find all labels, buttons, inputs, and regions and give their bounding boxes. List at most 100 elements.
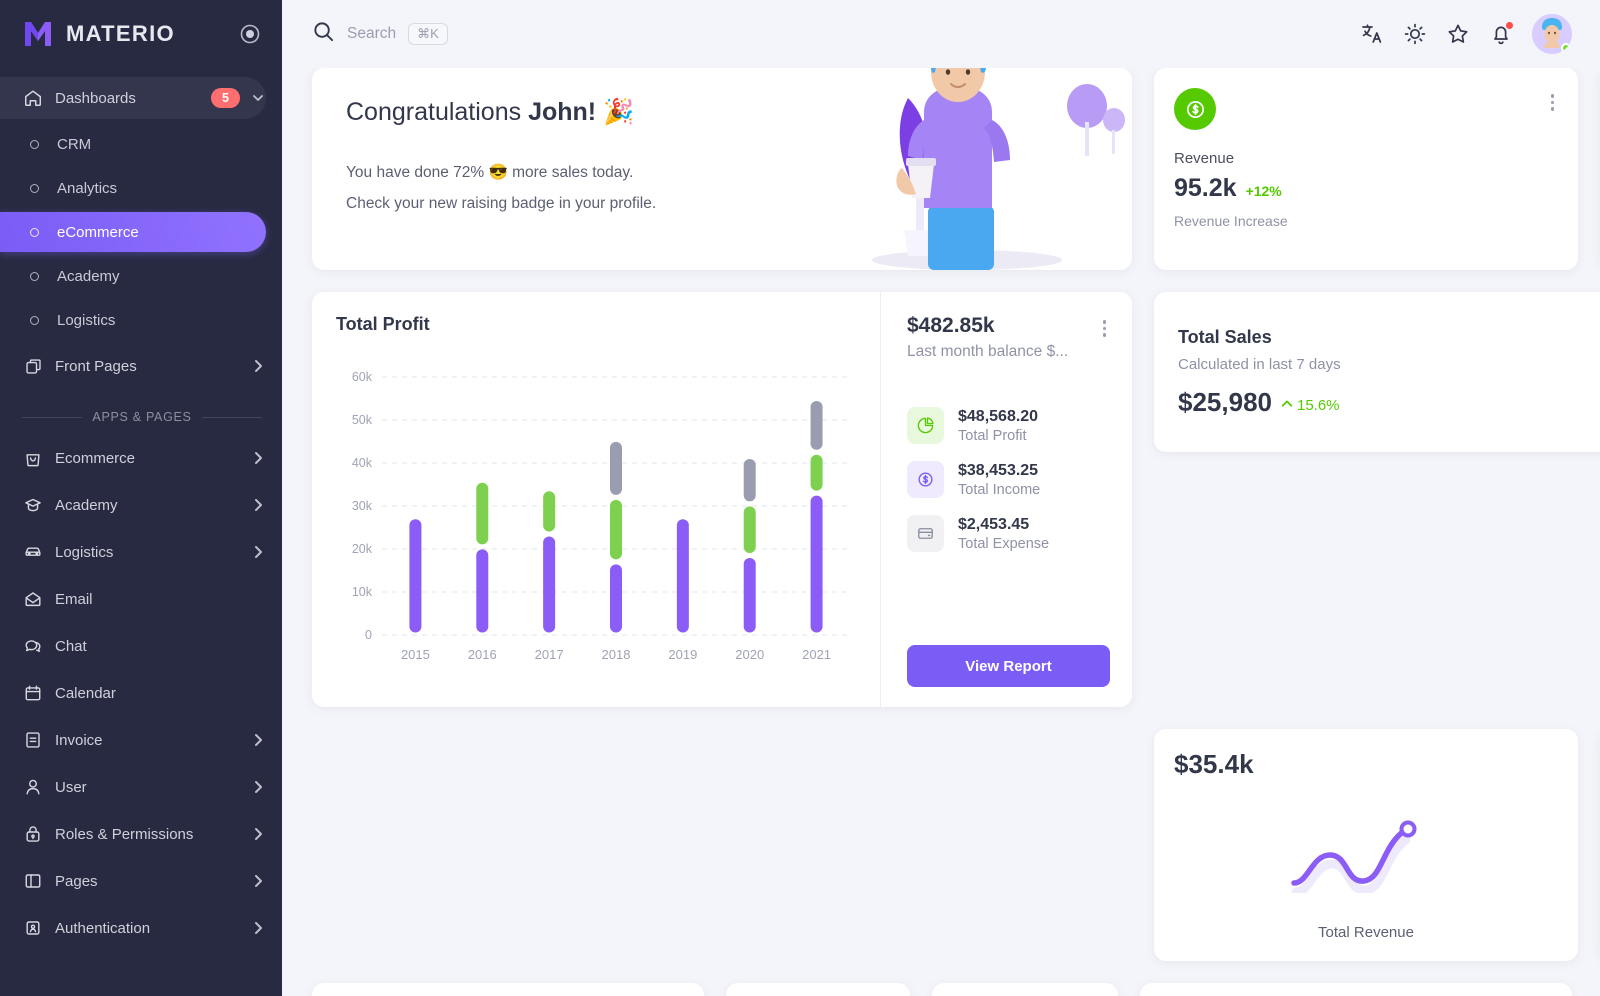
bottom-row: Transactions PayPal Received Money +$2,4… bbox=[312, 983, 1572, 996]
chevron-right-icon bbox=[250, 358, 266, 374]
total-profit-chart-panel: Total Profit 0 10k 20k 30k 40k 50k 60k 2015 2016… bbox=[312, 292, 880, 707]
dashboard-grid: Congratulations John! 🎉 You have done 72… bbox=[312, 68, 1600, 961]
chevron-right-icon bbox=[250, 450, 266, 466]
revenue-card-menu[interactable] bbox=[1547, 88, 1559, 117]
section-divider bbox=[22, 416, 83, 418]
sidebar-item-crm[interactable]: CRM bbox=[0, 124, 266, 164]
sidebar-item-label: Invoice bbox=[55, 731, 103, 749]
kpi-value-row: 95.2k +12% bbox=[1174, 174, 1558, 203]
sidebar-item-front-pages[interactable]: Front Pages bbox=[0, 345, 266, 387]
view-report-button[interactable]: View Report bbox=[907, 645, 1110, 687]
sidebar-item-chat[interactable]: Chat bbox=[0, 625, 266, 667]
sidebar-item-label: Calendar bbox=[55, 684, 116, 702]
sidebar-item-label: Authentication bbox=[55, 919, 151, 937]
envelope-icon bbox=[22, 588, 44, 610]
car-icon bbox=[22, 541, 44, 563]
transactions-traffic-card: Transactions 4,590 Total Traffic bbox=[1140, 983, 1572, 996]
dashboards-badge: 5 bbox=[211, 88, 240, 108]
sidebar-item-pages[interactable]: Pages bbox=[0, 860, 266, 902]
total-sales-delta-value: 15.6% bbox=[1296, 397, 1340, 414]
sidebar-item-user[interactable]: User bbox=[0, 766, 266, 808]
stat-label: Total Expense bbox=[958, 535, 1050, 552]
app-root: MATERIO Dashboards 5 CRM Analytics eComm… bbox=[0, 0, 1600, 996]
kpi-subtitle: Revenue Increase bbox=[1174, 213, 1288, 229]
invoice-icon bbox=[22, 729, 44, 751]
balance-subtitle: Last month balance $... bbox=[907, 343, 1069, 360]
sidebar-item-ecommerce[interactable]: eCommerce bbox=[0, 212, 266, 252]
sidebar-item-academy[interactable]: Academy bbox=[0, 256, 266, 296]
translate-icon[interactable] bbox=[1360, 22, 1384, 46]
sidebar-item-analytics[interactable]: Analytics bbox=[0, 168, 266, 208]
pie-chart-icon bbox=[907, 407, 944, 444]
arrow-up-icon bbox=[1280, 397, 1294, 415]
section-divider bbox=[201, 416, 262, 418]
sidebar-item-calendar[interactable]: Calendar bbox=[0, 672, 266, 714]
total-profit-card: Total Profit 0 10k 20k 30k 40k 50k 60k 2015 2016… bbox=[312, 292, 1132, 707]
sidebar-item-authentication[interactable]: Authentication bbox=[0, 907, 266, 949]
kpi-delta: +12% bbox=[1245, 183, 1282, 199]
revenue-kpi-card: Revenue 95.2k +12% Revenue Increase bbox=[1154, 68, 1578, 270]
total-revenue-value: $35.4k bbox=[1174, 749, 1254, 779]
stat-value: $2,453.45 bbox=[958, 515, 1030, 533]
sidebar-item-label: Ecommerce bbox=[55, 449, 136, 467]
sidebar-section-apps-pages: APPS & PAGES bbox=[0, 392, 282, 432]
sidebar-item-dashboards[interactable]: Dashboards 5 bbox=[0, 77, 266, 119]
total-revenue-label: Total Revenue bbox=[1318, 924, 1414, 941]
chat-bubble-icon bbox=[22, 635, 44, 657]
view-report-wrap: View Report bbox=[907, 645, 1110, 687]
sidebar-item-email[interactable]: Email bbox=[0, 578, 266, 620]
svg-text:0: 0 bbox=[365, 628, 372, 642]
congratulations-line1: You have done 72% 😎 more sales today. bbox=[346, 164, 634, 181]
search-shortcut-kbd: ⌘K bbox=[408, 23, 448, 45]
balance-panel: $482.85k Last month balance $... $48,568… bbox=[880, 292, 1132, 707]
chevron-right-icon bbox=[250, 920, 266, 936]
reports-kpi-card: Reports 268 -28% System Bugs bbox=[932, 983, 1118, 996]
party-popper-emoji: 🎉 bbox=[603, 98, 635, 126]
balance-card-menu[interactable] bbox=[1099, 314, 1111, 343]
copy-icon bbox=[22, 355, 44, 377]
materio-logo-icon bbox=[22, 19, 54, 49]
sun-icon[interactable] bbox=[1403, 22, 1427, 46]
chevron-right-icon bbox=[250, 873, 266, 889]
pin-circle-icon[interactable] bbox=[240, 24, 260, 44]
svg-text:2017: 2017 bbox=[535, 647, 564, 662]
kpi-value: 95.2k bbox=[1174, 174, 1237, 202]
sidebar-item-invoice[interactable]: Invoice bbox=[0, 719, 266, 761]
total-sales-card: Total Sales Calculated in last 7 days $2… bbox=[1154, 292, 1600, 452]
dollar-circle-icon bbox=[907, 461, 944, 498]
sidebar-item-label: Analytics bbox=[57, 179, 118, 197]
sidebar-item-academy[interactable]: Academy bbox=[0, 484, 266, 526]
balance-value: $482.85k bbox=[907, 314, 995, 337]
topbar-actions bbox=[1360, 14, 1572, 54]
search-input[interactable]: Search ⌘K bbox=[312, 20, 448, 48]
congrats-prefix: Congratulations bbox=[346, 98, 529, 126]
online-status-dot bbox=[1561, 43, 1571, 53]
sidebar-item-roles-permissions[interactable]: Roles & Permissions bbox=[0, 813, 266, 855]
chevron-right-icon bbox=[250, 544, 266, 560]
svg-text:40k: 40k bbox=[352, 456, 373, 470]
home-icon bbox=[22, 87, 44, 109]
svg-text:2020: 2020 bbox=[735, 647, 764, 662]
svg-text:2021: 2021 bbox=[802, 647, 831, 662]
sidebar-item-label: Chat bbox=[55, 637, 87, 655]
bell-icon[interactable] bbox=[1489, 21, 1514, 46]
section-label: APPS & PAGES bbox=[92, 410, 192, 424]
total-revenue-card: $35.4k Total Revenue bbox=[1154, 729, 1578, 961]
dollar-circle-icon bbox=[1174, 88, 1216, 130]
stat-label: Total Income bbox=[958, 481, 1041, 498]
chevron-down-icon bbox=[250, 90, 266, 106]
total-profit-chart: 0 10k 20k 30k 40k 50k 60k 2015 2016 2017 2018 2019 2… bbox=[336, 369, 856, 669]
stat-total-income: $38,453.25 Total Income bbox=[907, 461, 1110, 498]
sidebar-item-label: User bbox=[55, 778, 87, 796]
user-avatar[interactable] bbox=[1532, 14, 1572, 54]
svg-text:2018: 2018 bbox=[602, 647, 631, 662]
sidebar-item-logistics[interactable]: Logistics bbox=[0, 300, 266, 340]
sidebar-item-ecommerce[interactable]: Ecommerce bbox=[0, 437, 266, 479]
brand[interactable]: MATERIO bbox=[0, 0, 282, 68]
svg-text:2019: 2019 bbox=[668, 647, 697, 662]
chevron-right-icon bbox=[250, 732, 266, 748]
sidebar-nav: Dashboards 5 CRM Analytics eCommerce Aca… bbox=[0, 68, 282, 949]
card-icon bbox=[907, 515, 944, 552]
sidebar-item-logistics[interactable]: Logistics bbox=[0, 531, 266, 573]
star-icon[interactable] bbox=[1446, 22, 1470, 46]
